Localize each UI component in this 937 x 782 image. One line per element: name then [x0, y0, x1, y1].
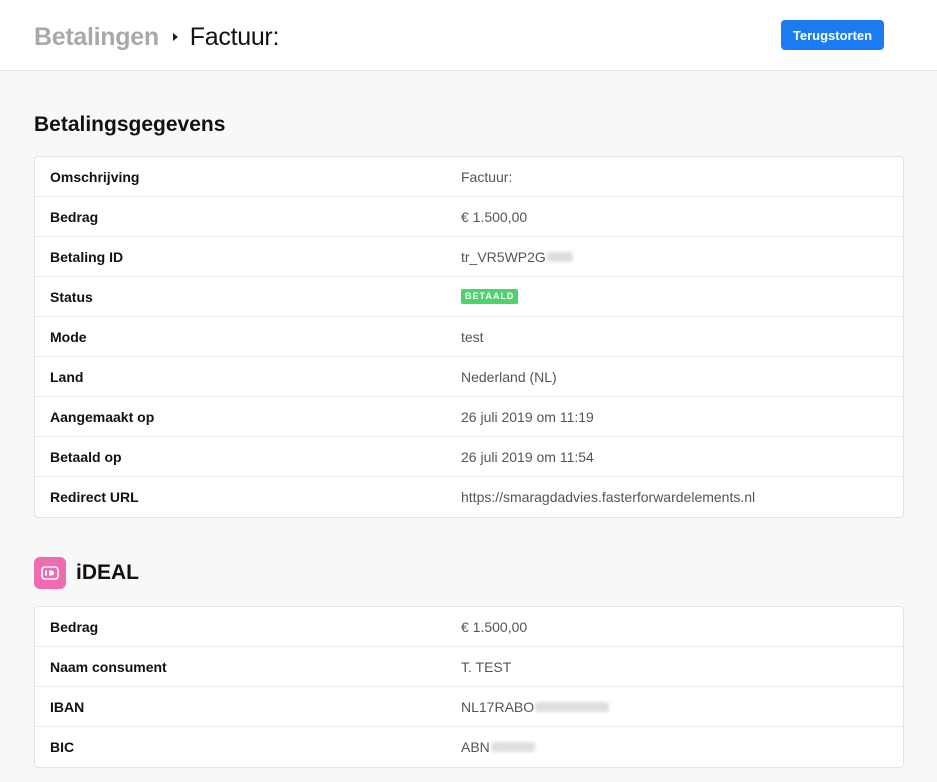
row-payment-id: Betaling ID tr_VR5WP2G	[35, 237, 903, 277]
row-label: BIC	[50, 739, 75, 755]
iban-value: NL17RABO	[461, 698, 535, 715]
page-title: Factuur:	[189, 22, 280, 51]
breadcrumb-separator-icon	[172, 33, 178, 41]
row-value: € 1.500,00	[461, 618, 528, 635]
breadcrumb: Betalingen Factuur:	[34, 20, 279, 54]
redacted-blur	[546, 251, 573, 262]
row-value: 26 juli 2019 om 11:54	[461, 448, 594, 465]
row-iban: IBAN NL17RABO	[35, 687, 903, 727]
row-value-wrap: tr_VR5WP2G	[461, 249, 573, 265]
row-label: Betaling ID	[50, 248, 124, 265]
row-redirect-url: Redirect URL https://smaragdadvies.faste…	[35, 477, 903, 517]
row-value: 26 juli 2019 om 11:19	[461, 408, 594, 425]
row-label: Land	[50, 368, 84, 385]
ideal-section-header: iDEAL	[34, 557, 139, 589]
row-label: Bedrag	[50, 618, 99, 635]
row-bic: BIC ABN	[35, 727, 903, 767]
row-label: Redirect URL	[50, 489, 139, 505]
row-label: Betaald op	[50, 448, 122, 465]
row-label: Status	[50, 288, 93, 305]
row-amount: Bedrag € 1.500,00	[35, 197, 903, 237]
row-value: test	[461, 328, 484, 345]
page-header: Betalingen Factuur: Terugstorten	[0, 0, 937, 71]
breadcrumb-payments-link[interactable]: Betalingen	[34, 23, 159, 52]
redacted-blur	[490, 742, 535, 752]
ideal-logo-glyph-icon	[41, 566, 59, 580]
row-label: IBAN	[50, 698, 85, 715]
row-ideal-amount: Bedrag € 1.500,00	[35, 607, 903, 647]
ideal-details-card: Bedrag € 1.500,00 Naam consument T. TEST…	[34, 606, 904, 768]
bic-value: ABN	[461, 739, 490, 755]
ideal-title: iDEAL	[76, 561, 139, 584]
row-value: T. TEST	[461, 658, 512, 675]
row-status: Status BETAALD	[35, 277, 903, 317]
payment-id-value: tr_VR5WP2G	[461, 248, 546, 265]
ideal-logo-icon	[34, 557, 66, 589]
payment-details-card: Omschrijving Factuur: Bedrag € 1.500,00 …	[34, 156, 904, 518]
row-label: Naam consument	[50, 658, 167, 675]
row-country: Land Nederland (NL)	[35, 357, 903, 397]
status-badge: BETAALD	[461, 289, 519, 304]
redirect-url-value: https://smaragdadvies.fasterforwardeleme…	[461, 489, 756, 505]
row-mode: Mode test	[35, 317, 903, 357]
payment-details-title: Betalingsgegevens	[34, 113, 226, 136]
row-value-wrap: NL17RABO	[461, 698, 610, 715]
row-label: Mode	[50, 328, 87, 345]
row-value-wrap: ABN	[461, 739, 535, 755]
row-consumer-name: Naam consument T. TEST	[35, 647, 903, 687]
refund-button[interactable]: Terugstorten	[781, 20, 884, 50]
row-label: Omschrijving	[50, 168, 140, 185]
row-value: € 1.500,00	[461, 208, 528, 225]
row-value: Factuur:	[461, 168, 513, 185]
row-label: Aangemaakt op	[50, 408, 155, 425]
row-paid-at: Betaald op 26 juli 2019 om 11:54	[35, 437, 903, 477]
row-description: Omschrijving Factuur:	[35, 157, 903, 197]
row-label: Bedrag	[50, 208, 99, 225]
redacted-blur	[535, 701, 610, 712]
row-value: Nederland (NL)	[461, 368, 557, 385]
row-created-at: Aangemaakt op 26 juli 2019 om 11:19	[35, 397, 903, 437]
row-value-wrap: BETAALD	[461, 289, 519, 304]
